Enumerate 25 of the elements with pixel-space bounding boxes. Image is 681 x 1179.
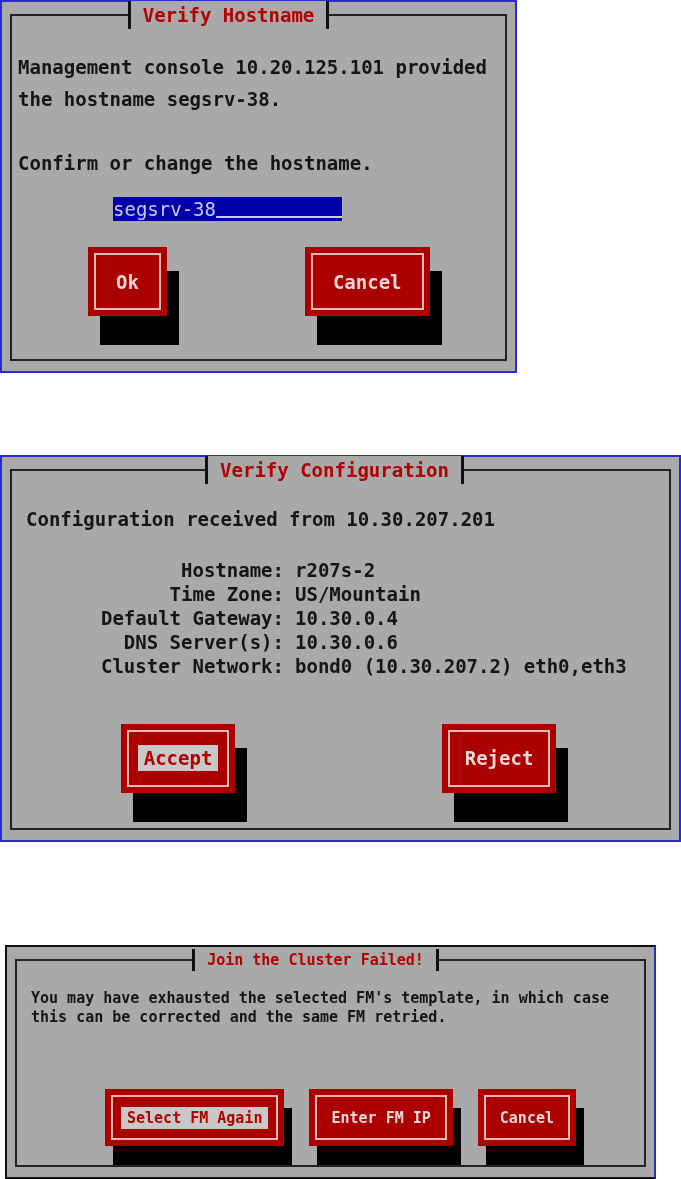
dialog-button[interactable]: Cancel bbox=[304, 247, 430, 316]
dialog-button[interactable]: Cancel bbox=[477, 1089, 576, 1147]
config-label: Hostname: bbox=[180, 557, 284, 582]
dialog-button[interactable]: Enter FM IP bbox=[309, 1089, 453, 1147]
dialog-button[interactable]: Accept bbox=[121, 723, 235, 793]
config-value: US/Mountain bbox=[295, 581, 422, 606]
dialog-button[interactable]: Reject bbox=[442, 723, 556, 793]
config-value: bond0 (10.30.207.2) eth0,eth3 bbox=[295, 653, 627, 678]
dialog-button[interactable]: Ok bbox=[88, 247, 167, 316]
dialog-message: You may have exhausted the selected FM's template, in which case this can be corrected and the same FM retried. bbox=[31, 989, 609, 1028]
config-label: Default Gateway: bbox=[99, 605, 284, 630]
config-label: DNS Server(s): bbox=[122, 629, 284, 654]
config-value: r207s-2 bbox=[295, 557, 377, 582]
config-value: 10.30.0.4 bbox=[295, 605, 399, 630]
dialog-message: Configuration received from 10.30.207.201 bbox=[26, 506, 495, 532]
hostname-field[interactable]: segsrv-38 bbox=[113, 197, 342, 221]
dialog-title: Verify Configuration bbox=[205, 455, 464, 484]
config-label: Cluster Network: bbox=[99, 653, 284, 678]
dialog-button[interactable]: Select FM Again bbox=[105, 1089, 285, 1147]
dialog-prompt: Confirm or change the hostname. bbox=[18, 151, 373, 176]
dialog-message: Management console 10.20.125.101 provided the hostname segsrv-38. bbox=[18, 55, 487, 112]
config-label: Time Zone: bbox=[168, 581, 284, 606]
dialog-title: Verify Hostname bbox=[127, 1, 330, 29]
config-value: 10.30.0.6 bbox=[295, 629, 399, 654]
dialog-title: Join the Cluster Failed! bbox=[192, 949, 439, 972]
